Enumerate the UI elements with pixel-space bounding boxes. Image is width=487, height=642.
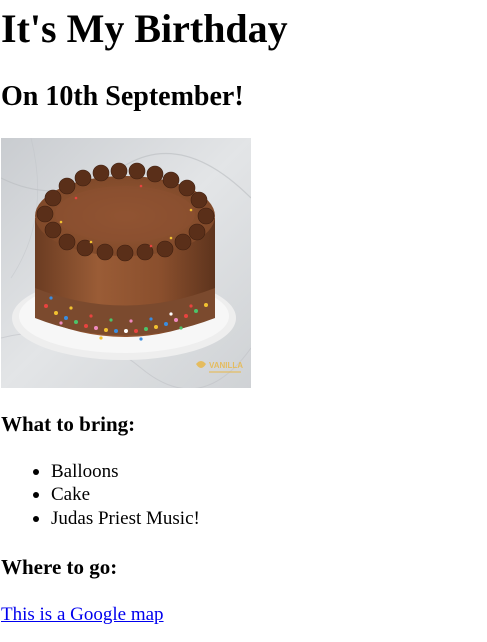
list-item: Cake: [1, 483, 200, 506]
page-title: It's My Birthday: [1, 6, 288, 51]
watermark-text: VANILLA: [209, 361, 243, 370]
list-item: Judas Priest Music!: [1, 507, 200, 530]
list-item-text: Judas Priest Music!: [51, 507, 200, 529]
bring-list: Balloons Cake Judas Priest Music!: [1, 460, 200, 530]
bullet-icon: [33, 469, 39, 475]
what-to-bring-heading: What to bring:: [1, 412, 136, 436]
list-item-text: Balloons: [51, 461, 119, 482]
cake-image: VANILLA: [1, 138, 251, 388]
page-subtitle: On 10th September!: [1, 81, 244, 112]
bullet-icon: [33, 492, 39, 499]
where-to-go-heading: Where to go:: [1, 555, 118, 579]
list-item-text: Cake: [51, 484, 91, 506]
google-map-link[interactable]: This is a Google map: [1, 603, 164, 627]
bullet-icon: [33, 515, 39, 522]
page: It's My Birthday On 10th September! VANI…: [0, 0, 487, 642]
list-item: Balloons: [1, 460, 200, 483]
